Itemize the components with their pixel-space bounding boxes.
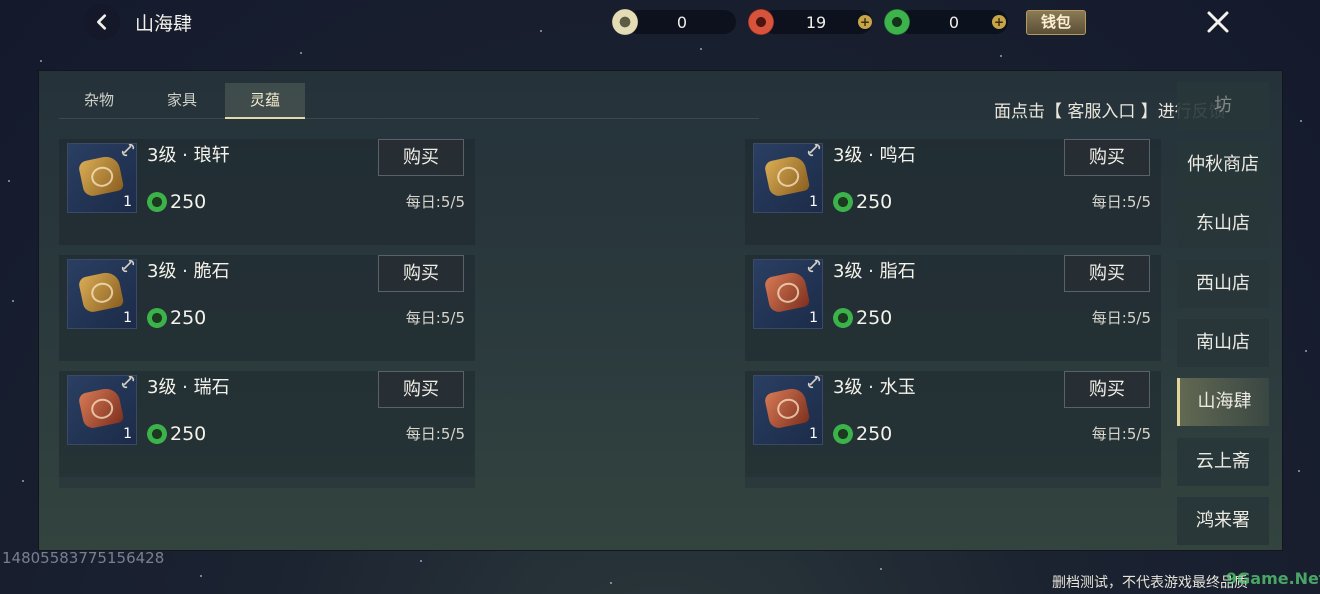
link-icon bbox=[121, 259, 135, 273]
item-price: 250 bbox=[833, 307, 892, 329]
green-spiral-coin-icon bbox=[833, 308, 853, 328]
item-price-value: 250 bbox=[856, 191, 893, 213]
sidebar-item-yunshang-studio[interactable]: 云上斋 bbox=[1177, 438, 1269, 486]
currency-green: 0 + bbox=[884, 8, 1014, 36]
shop-panel: 杂物 家具 灵蕴 面点击【 客服入口 】进行反馈 1 3级 · 琅轩 250 购… bbox=[38, 70, 1283, 551]
green-spiral-coin-icon bbox=[147, 192, 167, 212]
currency-jade: 0 bbox=[612, 8, 742, 36]
item-quantity: 1 bbox=[809, 310, 818, 326]
shop-item-card: 1 3级 · 琅轩 250 购买 每日:5/5 bbox=[59, 139, 475, 245]
buy-button[interactable]: 购买 bbox=[1064, 139, 1150, 176]
green-spiral-coin-icon bbox=[833, 192, 853, 212]
currency-red: 19 + bbox=[748, 8, 878, 36]
jade-ring-icon bbox=[612, 9, 638, 35]
daily-limit: 每日:5/5 bbox=[405, 193, 465, 211]
item-price-value: 250 bbox=[856, 307, 893, 329]
item-price-value: 250 bbox=[170, 423, 207, 445]
item-price: 250 bbox=[147, 423, 206, 445]
item-price: 250 bbox=[833, 423, 892, 445]
sidebar-item-east-store[interactable]: 东山店 bbox=[1177, 200, 1269, 248]
item-name: 3级 · 琅轩 bbox=[147, 145, 230, 166]
shop-item-card: 1 3级 · 鸣石 250 购买 每日:5/5 bbox=[745, 139, 1161, 245]
sidebar-item-honglai-office[interactable]: 鸿来署 bbox=[1177, 497, 1269, 545]
item-quantity: 1 bbox=[809, 194, 818, 210]
shop-item-card: 1 3级 · 水玉 250 购买 每日:5/5 bbox=[745, 371, 1161, 477]
buy-button[interactable]: 购买 bbox=[378, 255, 464, 292]
sidebar-item-mid-autumn-store[interactable]: 仲秋商店 bbox=[1177, 141, 1269, 189]
stone-item-icon bbox=[763, 386, 811, 430]
item-name: 3级 · 瑞石 bbox=[147, 377, 230, 398]
buy-button[interactable]: 购买 bbox=[378, 139, 464, 176]
top-bar: 山海肆 0 19 + 0 + 钱包 bbox=[0, 0, 1320, 44]
currency-jade-value: 0 bbox=[676, 12, 688, 32]
item-name: 3级 · 鸣石 bbox=[833, 145, 916, 166]
daily-limit: 每日:5/5 bbox=[405, 425, 465, 443]
buy-button[interactable]: 购买 bbox=[1064, 371, 1150, 408]
stone-item-icon bbox=[77, 386, 125, 430]
sidebar-item-workshop[interactable]: 坊 bbox=[1177, 82, 1269, 130]
item-name: 3级 · 脂石 bbox=[833, 261, 916, 282]
item-quantity: 1 bbox=[123, 310, 132, 326]
sidebar-item-shanhai-shop[interactable]: 山海肆 bbox=[1177, 378, 1269, 426]
item-name: 3级 · 水玉 bbox=[833, 377, 916, 398]
stone-item-icon bbox=[77, 154, 125, 198]
item-name: 3级 · 脆石 bbox=[147, 261, 230, 282]
link-icon bbox=[121, 143, 135, 157]
item-price: 250 bbox=[833, 191, 892, 213]
item-quantity: 1 bbox=[123, 426, 132, 442]
item-price-value: 250 bbox=[856, 423, 893, 445]
red-spiral-coin-icon bbox=[748, 9, 774, 35]
green-spiral-coin-icon bbox=[884, 9, 910, 35]
tab-misc[interactable]: 杂物 bbox=[59, 83, 139, 119]
stone-item-icon bbox=[77, 270, 125, 314]
wallet-button[interactable]: 钱包 bbox=[1026, 10, 1086, 35]
shop-item-card-partial bbox=[745, 474, 1161, 488]
stone-item-icon bbox=[763, 154, 811, 198]
shop-item-card: 1 3级 · 脂石 250 购买 每日:5/5 bbox=[745, 255, 1161, 361]
link-icon bbox=[807, 375, 821, 389]
close-button[interactable] bbox=[1200, 4, 1236, 40]
daily-limit: 每日:5/5 bbox=[1091, 425, 1151, 443]
item-price-value: 250 bbox=[170, 191, 207, 213]
shop-item-card-partial bbox=[59, 474, 475, 488]
page-title: 山海肆 bbox=[135, 13, 193, 35]
item-quantity: 1 bbox=[123, 194, 132, 210]
currency-green-value: 0 bbox=[948, 12, 960, 32]
chevron-left-icon bbox=[97, 14, 107, 30]
daily-limit: 每日:5/5 bbox=[1091, 193, 1151, 211]
shop-item-card: 1 3级 · 瑞石 250 购买 每日:5/5 bbox=[59, 371, 475, 477]
player-uid: 1480558377515642​8 bbox=[2, 549, 165, 567]
daily-limit: 每日:5/5 bbox=[405, 309, 465, 327]
green-spiral-coin-icon bbox=[147, 424, 167, 444]
stone-item-icon bbox=[763, 270, 811, 314]
daily-limit: 每日:5/5 bbox=[1091, 309, 1151, 327]
close-icon bbox=[1207, 11, 1229, 33]
sidebar-item-south-store[interactable]: 南山店 bbox=[1177, 319, 1269, 367]
category-tabs: 杂物 家具 灵蕴 bbox=[59, 83, 308, 119]
tabs-divider bbox=[59, 118, 759, 119]
back-button[interactable] bbox=[84, 4, 120, 40]
sidebar-item-west-store[interactable]: 西山店 bbox=[1177, 260, 1269, 308]
item-price: 250 bbox=[147, 307, 206, 329]
link-icon bbox=[807, 143, 821, 157]
buy-button[interactable]: 购买 bbox=[378, 371, 464, 408]
shop-item-card: 1 3级 · 脆石 250 购买 每日:5/5 bbox=[59, 255, 475, 361]
link-icon bbox=[807, 259, 821, 273]
green-spiral-coin-icon bbox=[147, 308, 167, 328]
currency-red-value: 19 bbox=[805, 12, 827, 32]
add-red-currency-button[interactable]: + bbox=[858, 15, 872, 29]
buy-button[interactable]: 购买 bbox=[1064, 255, 1150, 292]
link-icon bbox=[121, 375, 135, 389]
item-price: 250 bbox=[147, 191, 206, 213]
site-watermark: 9Game.Net bbox=[1226, 569, 1320, 588]
tab-spirit[interactable]: 灵蕴 bbox=[225, 83, 305, 119]
tab-furniture[interactable]: 家具 bbox=[142, 83, 222, 119]
item-quantity: 1 bbox=[809, 426, 818, 442]
test-disclaimer: 删档测试，不代表游戏最终品质 bbox=[1052, 575, 1248, 591]
item-price-value: 250 bbox=[170, 307, 207, 329]
add-green-currency-button[interactable]: + bbox=[992, 15, 1006, 29]
green-spiral-coin-icon bbox=[833, 424, 853, 444]
